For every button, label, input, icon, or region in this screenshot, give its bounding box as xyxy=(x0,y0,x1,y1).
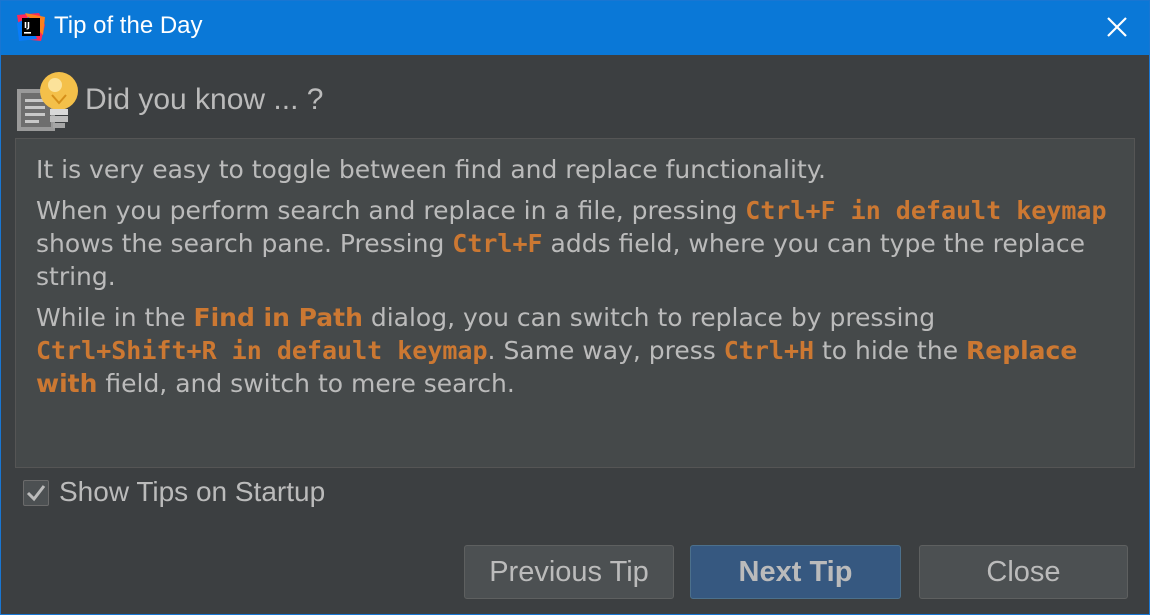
tip-text: When you perform search and replace in a… xyxy=(36,196,746,225)
ui-element-highlight: Find in Path xyxy=(193,303,363,332)
shortcut-text: Ctrl+F xyxy=(452,229,543,258)
tip-text: field, and switch to mere search. xyxy=(97,369,515,398)
title-bar[interactable]: IJ Tip of the Day xyxy=(1,1,1149,55)
show-tips-checkbox[interactable] xyxy=(23,480,49,506)
header-title: Did you know ... ? xyxy=(85,83,324,116)
shortcut-text: Ctrl+F in default keymap xyxy=(745,196,1107,225)
shortcut-text: Ctrl+Shift+R in default keymap xyxy=(36,336,488,365)
tip-text: to hide the xyxy=(814,336,967,365)
close-window-icon[interactable] xyxy=(1103,13,1131,41)
show-tips-label[interactable]: Show Tips on Startup xyxy=(59,476,325,508)
tip-paragraph-3: While in the Find in Path dialog, you ca… xyxy=(36,301,1114,400)
intellij-app-icon: IJ xyxy=(17,13,45,41)
tip-header: Did you know ... ? xyxy=(15,69,1135,135)
tip-text: . Same way, press xyxy=(487,336,724,365)
tip-text: While in the xyxy=(36,303,194,332)
close-button[interactable]: Close xyxy=(919,545,1128,599)
tip-text: shows the search pane. Pressing xyxy=(36,229,453,258)
next-tip-button[interactable]: Next Tip xyxy=(690,545,901,599)
lightbulb-document-icon xyxy=(17,72,78,131)
tip-text: dialog, you can switch to replace by pre… xyxy=(362,303,936,332)
tip-of-the-day-dialog: IJ Tip of the Day Did you know ... ? It … xyxy=(0,0,1150,615)
tip-content-pane: It is very easy to toggle between find a… xyxy=(15,138,1135,468)
tip-paragraph-1: It is very easy to toggle between find a… xyxy=(36,155,826,184)
svg-text:IJ: IJ xyxy=(24,21,30,30)
tip-paragraph-2: When you perform search and replace in a… xyxy=(36,194,1114,293)
shortcut-text: Ctrl+H xyxy=(723,336,815,365)
window-title: Tip of the Day xyxy=(54,12,203,39)
previous-tip-button[interactable]: Previous Tip xyxy=(464,545,674,599)
checkmark-icon xyxy=(26,485,46,502)
